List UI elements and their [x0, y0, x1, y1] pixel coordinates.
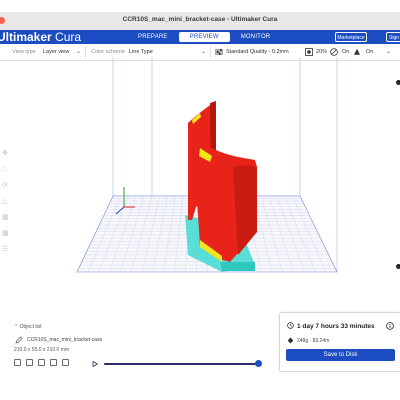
layer-tool-icon[interactable]: ☰	[2, 246, 9, 253]
layer-path-slider[interactable]	[104, 363, 259, 365]
view-right-button[interactable]	[62, 359, 69, 366]
scale-tool-icon[interactable]: □	[2, 166, 9, 173]
save-to-disk-button[interactable]: Save to Disk	[286, 349, 395, 361]
mirror-tool-icon[interactable]: △	[2, 198, 9, 205]
print-summary-panel: 1 day 7 hours 33 minutes 248g · 83.24m S…	[279, 312, 400, 372]
view-3d-button[interactable]	[14, 359, 21, 366]
layer-path-slider-handle[interactable]	[255, 360, 262, 367]
pencil-icon[interactable]	[15, 336, 23, 344]
view-front-button[interactable]	[26, 359, 33, 366]
layer-slider-bottom-handle[interactable]	[396, 264, 400, 269]
play-icon[interactable]	[92, 361, 98, 367]
move-tool-icon[interactable]: ✥	[2, 150, 9, 157]
view-left-button[interactable]	[50, 359, 57, 366]
material-usage: 248g · 83.24m	[297, 338, 330, 344]
cura-window: CCR10S_mac_mini_bracket-case - Ultimaker…	[0, 0, 400, 400]
view-top-button[interactable]	[38, 359, 45, 366]
object-list-toggle[interactable]: ⌃ Object list	[14, 324, 42, 330]
print-time: 1 day 7 hours 33 minutes	[297, 323, 375, 330]
clock-icon	[287, 322, 294, 329]
rotate-tool-icon[interactable]: ⟳	[2, 182, 9, 189]
spool-icon	[287, 337, 294, 344]
support-base	[220, 262, 255, 271]
object-name: CCR10S_mac_mini_bracket-case	[27, 337, 103, 343]
support-blocker-icon[interactable]: ▩	[2, 230, 9, 237]
layer-slider-top-handle[interactable]	[396, 80, 400, 85]
per-model-settings-icon[interactable]: ▦	[2, 214, 9, 221]
info-icon[interactable]	[386, 322, 394, 330]
object-list-label: Object list	[19, 324, 42, 330]
object-dimensions: 210.0 x 55.0 x 210.0 mm	[14, 347, 70, 353]
